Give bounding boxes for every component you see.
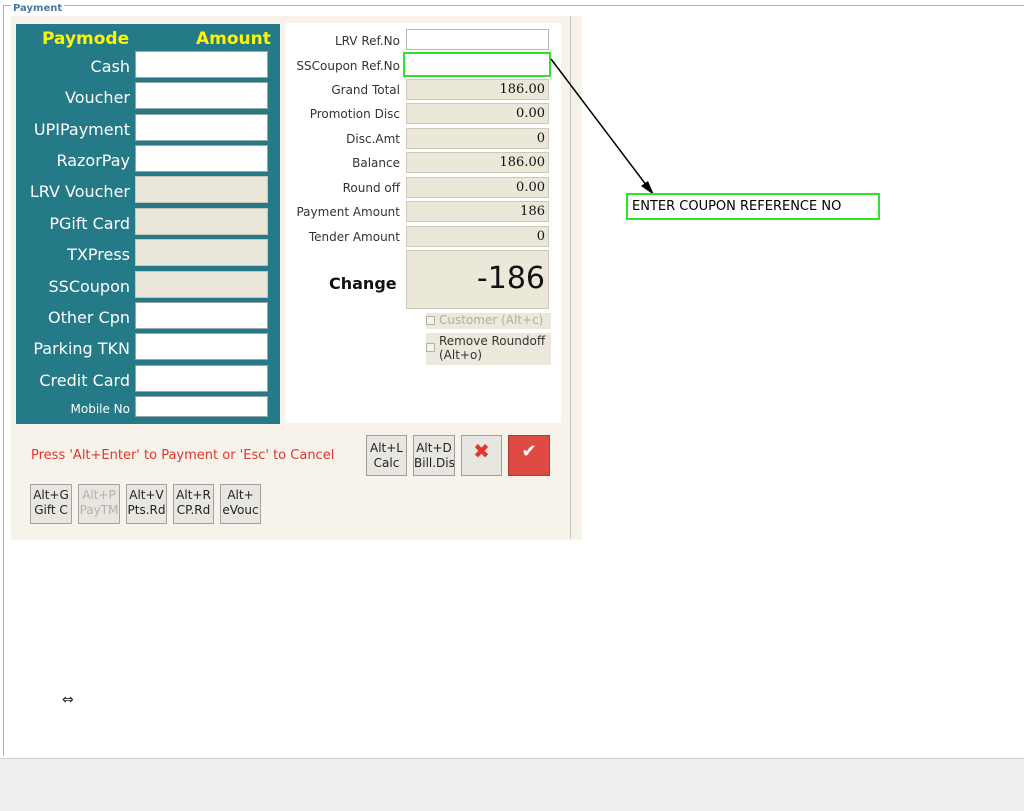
annotation-callout: ENTER COUPON REFERENCE NO — [626, 193, 880, 220]
horizontal-resize-icon: ⇔ — [62, 692, 74, 708]
callout-arrow — [550, 58, 654, 195]
callout-arrow-line — [550, 58, 651, 191]
